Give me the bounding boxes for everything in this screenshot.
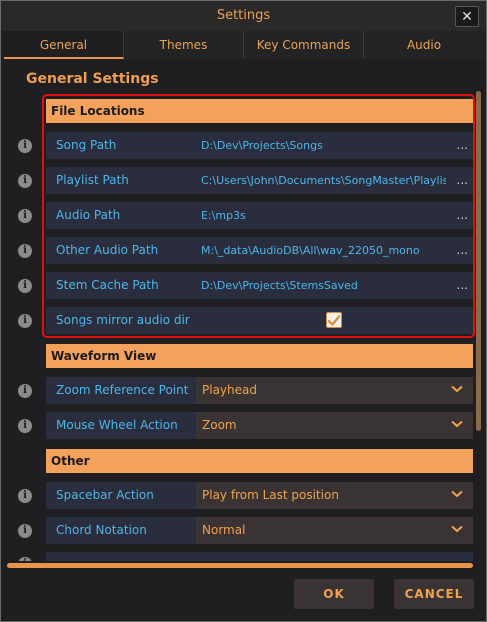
info-icon[interactable]: i	[18, 314, 32, 328]
info-icon[interactable]: i	[18, 209, 32, 223]
setting-value: C:\Users\John\Documents\SongMaster\Playl…	[201, 174, 446, 187]
info-icon[interactable]: i	[18, 489, 32, 503]
group-header-waveform-view: Waveform View	[46, 344, 473, 368]
window-title: Settings	[216, 8, 271, 23]
setting-row-partial	[46, 552, 473, 561]
info-icon[interactable]: i	[18, 384, 32, 398]
chevron-down-icon	[451, 385, 463, 393]
browse-button[interactable]: ...	[457, 202, 468, 229]
setting-label: Song Path	[56, 138, 117, 152]
close-button[interactable]: ✕	[455, 6, 479, 27]
setting-row-song-path[interactable]: Song Path D:\Dev\Projects\Songs ...	[46, 132, 473, 159]
browse-button[interactable]: ...	[457, 272, 468, 299]
setting-value: E:\mp3s	[201, 209, 246, 222]
title-bar: Settings ✕	[1, 1, 486, 31]
spacebar-action-dropdown[interactable]: Play from Last position	[196, 482, 473, 509]
setting-row-other-audio-path[interactable]: Other Audio Path M:\_data\AudioDB\All\wa…	[46, 237, 473, 264]
checkmark-icon	[327, 315, 341, 326]
setting-value: M:\_data\AudioDB\All\wav_22050_mono	[201, 244, 420, 257]
browse-button[interactable]: ...	[457, 167, 468, 194]
chevron-down-icon	[451, 525, 463, 533]
zoom-reference-point-dropdown[interactable]: Playhead	[196, 377, 473, 404]
setting-label: Zoom Reference Point	[56, 383, 189, 397]
settings-scroll-area: File Locations i Song Path D:\Dev\Projec…	[1, 91, 476, 561]
setting-row-zoom-reference-point: Zoom Reference Point Playhead	[46, 377, 473, 404]
info-icon[interactable]: i	[18, 557, 32, 561]
tab-bar: General Themes Key Commands Audio	[4, 31, 484, 59]
chevron-down-icon	[451, 420, 463, 428]
group-header-file-locations: File Locations	[46, 99, 473, 123]
setting-row-songs-mirror-audio-dir: Songs mirror audio dir	[46, 307, 473, 334]
dropdown-value: Normal	[202, 523, 246, 537]
setting-row-audio-path[interactable]: Audio Path E:\mp3s ...	[46, 202, 473, 229]
browse-button[interactable]: ...	[457, 132, 468, 159]
tab-audio[interactable]: Audio	[364, 31, 484, 59]
info-icon[interactable]: i	[18, 279, 32, 293]
dropdown-value: Playhead	[202, 383, 257, 397]
setting-value: D:\Dev\Projects\Songs	[201, 139, 323, 152]
settings-window: Settings ✕ General Themes Key Commands A…	[0, 0, 487, 622]
horizontal-scrollbar[interactable]	[7, 563, 473, 568]
section-title: General Settings	[26, 71, 159, 87]
songs-mirror-checkbox[interactable]	[326, 312, 342, 328]
setting-value: D:\Dev\Projects\StemsSaved	[201, 279, 358, 292]
dropdown-value: Play from Last position	[202, 488, 339, 502]
info-icon[interactable]: i	[18, 244, 32, 258]
setting-row-spacebar-action: Spacebar Action Play from Last position	[46, 482, 473, 509]
info-icon[interactable]: i	[18, 174, 32, 188]
vertical-scrollbar[interactable]	[476, 91, 481, 431]
setting-label: Chord Notation	[56, 523, 147, 537]
tab-general[interactable]: General	[4, 31, 124, 59]
mouse-wheel-action-dropdown[interactable]: Zoom	[196, 412, 473, 439]
setting-row-chord-notation: Chord Notation Normal	[46, 517, 473, 544]
setting-label: Playlist Path	[56, 173, 129, 187]
setting-label: Audio Path	[56, 208, 121, 222]
tab-key-commands[interactable]: Key Commands	[244, 31, 364, 59]
setting-label: Spacebar Action	[56, 488, 154, 502]
setting-label: Stem Cache Path	[56, 278, 159, 292]
chevron-down-icon	[451, 490, 463, 498]
setting-label: Songs mirror audio dir	[56, 313, 190, 327]
info-icon[interactable]: i	[18, 524, 32, 538]
setting-row-mouse-wheel-action: Mouse Wheel Action Zoom	[46, 412, 473, 439]
ok-button[interactable]: OK	[294, 579, 374, 609]
info-icon[interactable]: i	[18, 419, 32, 433]
setting-row-playlist-path[interactable]: Playlist Path C:\Users\John\Documents\So…	[46, 167, 473, 194]
tab-themes[interactable]: Themes	[124, 31, 244, 59]
info-icon[interactable]: i	[18, 139, 32, 153]
cancel-button[interactable]: CANCEL	[394, 579, 474, 609]
chord-notation-dropdown[interactable]: Normal	[196, 517, 473, 544]
setting-label: Other Audio Path	[56, 243, 159, 257]
browse-button[interactable]: ...	[457, 237, 468, 264]
dropdown-value: Zoom	[202, 418, 237, 432]
setting-row-stem-cache-path[interactable]: Stem Cache Path D:\Dev\Projects\StemsSav…	[46, 272, 473, 299]
setting-label: Mouse Wheel Action	[56, 418, 178, 432]
group-header-other: Other	[46, 449, 473, 473]
